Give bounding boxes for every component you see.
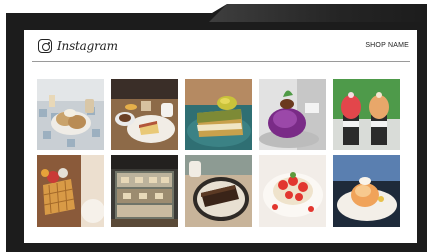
cake-and-coffee-image [111, 79, 178, 150]
waffle-image [37, 155, 104, 227]
post-thumbnail-strawberry-tart[interactable] [259, 155, 326, 227]
post-thumbnail-cupcakes[interactable] [333, 79, 400, 150]
instagram-wordmark[interactable]: Instagram [57, 39, 118, 53]
matcha-cake-image [185, 79, 252, 150]
post-thumbnail-waffle[interactable] [37, 155, 104, 227]
post-thumbnail-display-case[interactable] [111, 155, 178, 227]
peach-dessert-image [333, 155, 400, 227]
post-thumbnail-purple-cake[interactable] [259, 79, 326, 150]
post-thumbnail-chocolate-cake[interactable] [185, 155, 252, 227]
feed-header: Instagram SHOP NAME [24, 30, 417, 60]
purple-cake-image [259, 79, 326, 150]
post-grid [37, 79, 400, 227]
chocolate-cake-image [185, 155, 252, 227]
strawberry-tart-image [259, 155, 326, 227]
device-frame-highlight [209, 4, 427, 22]
instagram-camera-icon[interactable] [38, 39, 52, 53]
post-thumbnail-peach-dessert[interactable] [333, 155, 400, 227]
header-divider [32, 61, 410, 62]
post-thumbnail-cream-puffs[interactable] [37, 79, 104, 150]
post-thumbnail-matcha-cake[interactable] [185, 79, 252, 150]
display-case-image [111, 155, 178, 227]
cream-puffs-image [37, 79, 104, 150]
cupcakes-image [333, 79, 400, 150]
post-thumbnail-cake-and-coffee[interactable] [111, 79, 178, 150]
shop-name-label[interactable]: SHOP NAME [365, 42, 409, 49]
instagram-feed-screen: Instagram SHOP NAME [24, 30, 417, 243]
